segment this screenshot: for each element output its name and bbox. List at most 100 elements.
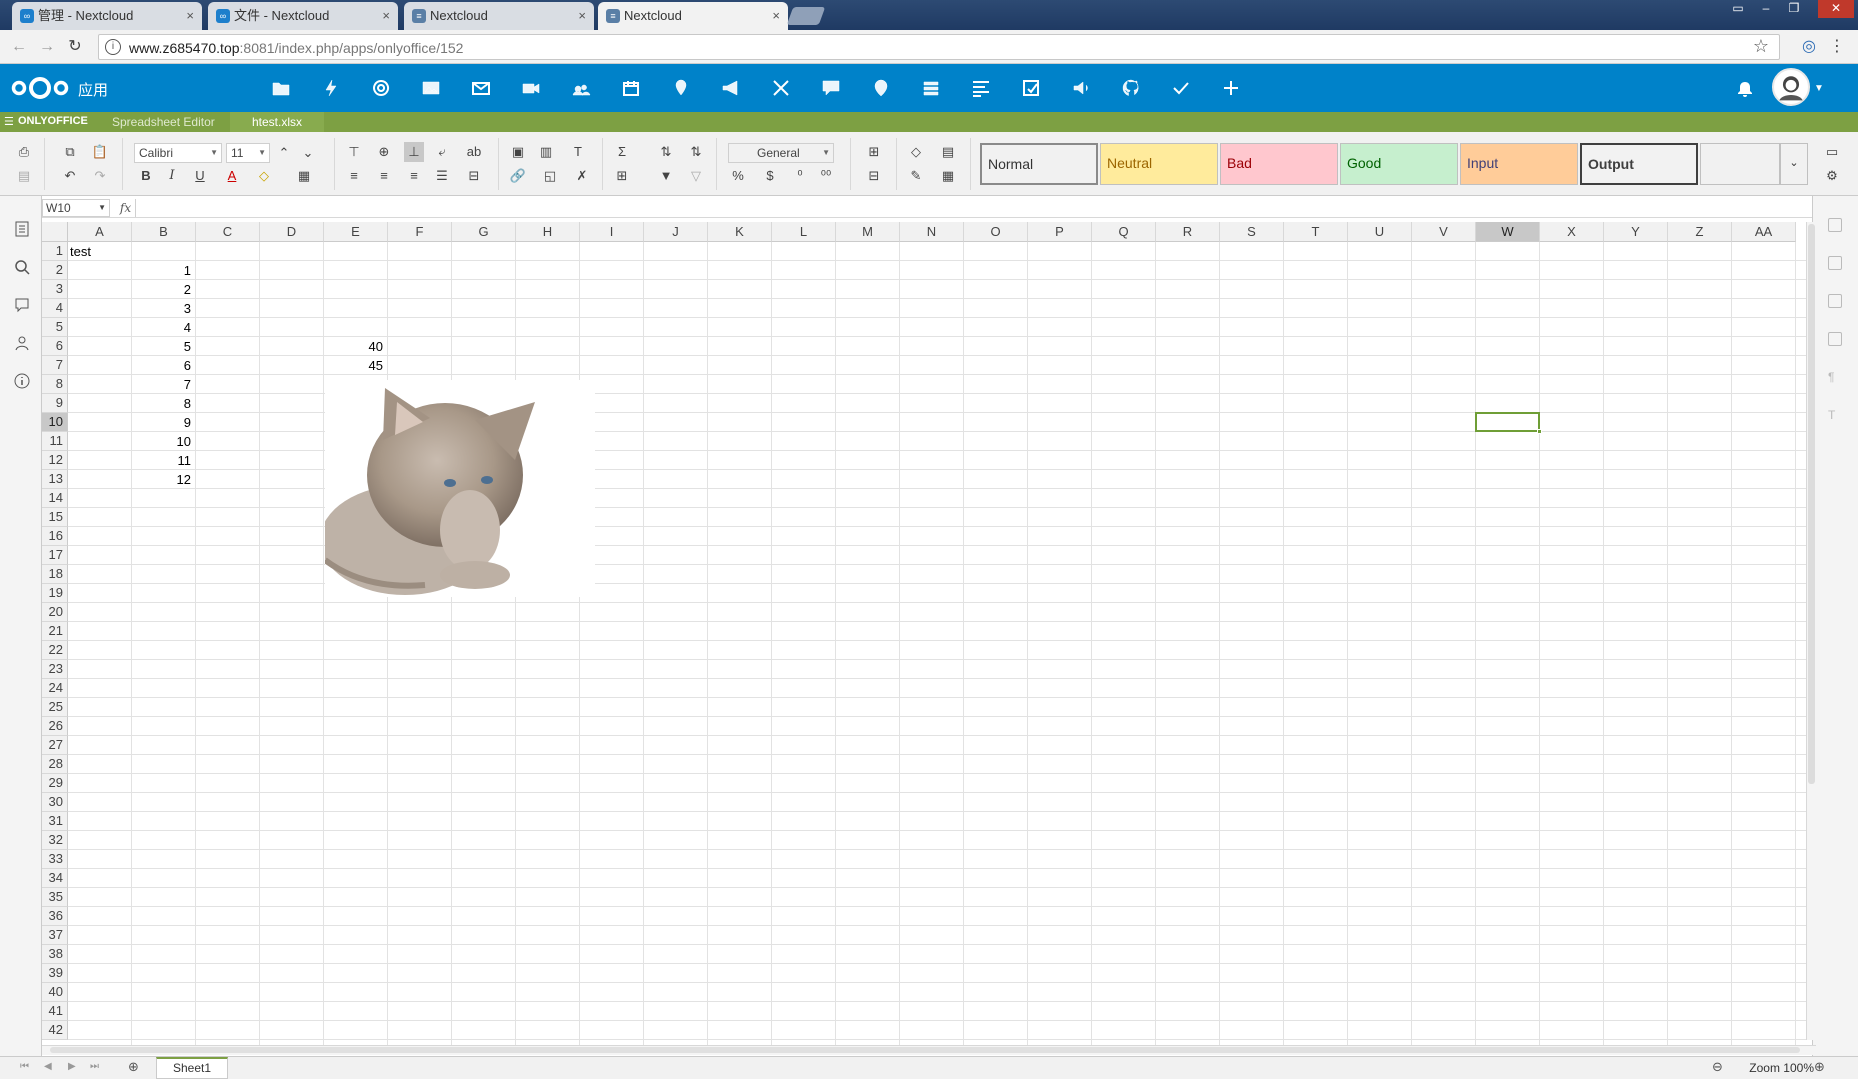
video-icon[interactable] (520, 77, 542, 99)
row-header[interactable]: 40 (42, 983, 68, 1002)
align-middle-icon[interactable]: ⊕ (374, 142, 394, 162)
tab-close-icon[interactable]: × (186, 2, 194, 29)
text-orientation-icon[interactable]: ab (464, 142, 484, 162)
column-header[interactable]: R (1156, 222, 1220, 242)
fill-color-icon[interactable]: ◇ (254, 166, 274, 186)
minimize-icon[interactable]: – (1752, 0, 1780, 18)
spreadsheet-grid[interactable]: A B C D E F G H I J K L M N O P Q R S T U V W X Y Z AA 1 2 3 4 5 6 7 8 9 10 1… (42, 222, 1806, 1045)
bold-icon[interactable]: B (136, 166, 156, 186)
tasks-icon[interactable] (970, 77, 992, 99)
column-header[interactable]: E (324, 222, 388, 242)
row-header[interactable]: 7 (42, 356, 68, 375)
vertical-scrollbar[interactable] (1806, 222, 1816, 1040)
sum-icon[interactable]: Σ (612, 142, 632, 162)
column-header[interactable]: N (900, 222, 964, 242)
number-format-select[interactable]: General ▼ (728, 143, 834, 163)
currency-icon[interactable]: $ (760, 166, 780, 186)
column-header[interactable]: S (1220, 222, 1284, 242)
folder-icon[interactable] (270, 77, 292, 99)
row-header[interactable]: 21 (42, 622, 68, 641)
deck-icon[interactable] (920, 77, 942, 99)
row-header[interactable]: 25 (42, 698, 68, 717)
cell-b2[interactable]: 1 (134, 261, 194, 280)
paste-icon[interactable]: 📋 (90, 142, 110, 162)
zoom-out-icon[interactable]: ⊖ (1712, 1059, 1723, 1075)
row-header[interactable]: 9 (42, 394, 68, 413)
column-header[interactable]: Y (1604, 222, 1668, 242)
plus-icon[interactable] (1220, 77, 1242, 99)
cell-b7[interactable]: 6 (134, 356, 194, 375)
avatar[interactable] (1772, 68, 1810, 106)
column-header[interactable]: H (516, 222, 580, 242)
notifications-icon[interactable] (1734, 78, 1756, 100)
announcements-icon[interactable] (720, 77, 742, 99)
cell-b3[interactable]: 2 (134, 280, 194, 299)
comments-icon[interactable] (13, 296, 31, 314)
redo-icon[interactable]: ↷ (90, 166, 110, 186)
chat-user-icon[interactable] (13, 334, 31, 352)
align-top-icon[interactable]: ⊤ (344, 142, 364, 162)
cell-b6[interactable]: 5 (134, 337, 194, 356)
row-header[interactable]: 22 (42, 641, 68, 660)
column-header[interactable]: L (772, 222, 836, 242)
column-header[interactable]: U (1348, 222, 1412, 242)
style-bad[interactable]: Bad (1220, 143, 1338, 185)
column-header[interactable]: B (132, 222, 196, 242)
check-icon[interactable] (1170, 77, 1192, 99)
row-header[interactable]: 10 (42, 413, 68, 432)
cell-b12[interactable]: 11 (134, 451, 194, 470)
back-icon[interactable]: ← (8, 36, 30, 58)
merge-cells-icon[interactable]: ⊟ (464, 166, 484, 186)
row-header[interactable]: 36 (42, 907, 68, 926)
formula-input[interactable] (138, 199, 1808, 217)
decrease-font-icon[interactable]: ⌄ (298, 143, 318, 163)
cell-e7[interactable]: 45 (326, 356, 386, 375)
row-header[interactable]: 6 (42, 337, 68, 356)
tab-close-icon[interactable]: × (772, 2, 780, 29)
function-icon[interactable]: fx (116, 199, 136, 217)
align-center-icon[interactable]: ≡ (374, 166, 394, 186)
style-normal[interactable]: Normal (980, 143, 1098, 185)
row-header[interactable]: 33 (42, 850, 68, 869)
styles-expand-chevron-down-icon[interactable]: ⌄ (1780, 143, 1808, 185)
activity-icon[interactable] (320, 77, 342, 99)
row-header[interactable]: 12 (42, 451, 68, 470)
calendar-icon[interactable] (620, 77, 642, 99)
browser-tab-active[interactable]: ≡ Nextcloud × (598, 2, 788, 30)
selected-cell-w10[interactable] (1475, 412, 1542, 434)
cell-a1[interactable]: test (70, 242, 130, 261)
column-header[interactable]: K (708, 222, 772, 242)
horizontal-scrollbar[interactable] (42, 1045, 1816, 1055)
last-sheet-icon[interactable]: ⏭ (90, 1061, 99, 1072)
column-header[interactable]: O (964, 222, 1028, 242)
insert-cells-icon[interactable]: ⊞ (864, 142, 884, 162)
row-header[interactable]: 23 (42, 660, 68, 679)
maps-icon[interactable] (670, 77, 692, 99)
filter-icon[interactable]: ▼ (656, 166, 676, 186)
clear-icon[interactable]: ◇ (906, 142, 926, 162)
conditional-format-icon[interactable]: ▤ (938, 142, 958, 162)
nextcloud-logo-icon[interactable] (10, 75, 70, 101)
fill-handle[interactable] (1537, 429, 1542, 434)
extension-icon[interactable]: ◎ (1798, 36, 1820, 58)
row-header[interactable]: 29 (42, 774, 68, 793)
row-header[interactable]: 18 (42, 565, 68, 584)
sheet-tab[interactable]: Sheet1 (156, 1057, 229, 1079)
audio-icon[interactable] (1070, 77, 1092, 99)
browser-menu-icon[interactable]: ⋮ (1826, 36, 1848, 58)
location-icon[interactable] (870, 77, 892, 99)
prev-sheet-icon[interactable]: ◀ (44, 1061, 52, 1072)
row-header[interactable]: 30 (42, 793, 68, 812)
column-header[interactable]: W (1476, 222, 1540, 242)
info-icon[interactable]: i (105, 39, 121, 55)
row-header[interactable]: 24 (42, 679, 68, 698)
column-header[interactable]: G (452, 222, 516, 242)
column-header[interactable]: F (388, 222, 452, 242)
photos-icon[interactable] (420, 77, 442, 99)
insert-shape-icon[interactable]: ◱ (540, 166, 560, 186)
row-header[interactable]: 19 (42, 584, 68, 603)
search-icon[interactable] (13, 258, 31, 276)
column-header[interactable]: X (1540, 222, 1604, 242)
format-table-icon[interactable]: ▦ (938, 166, 958, 186)
image-settings-icon[interactable] (1828, 294, 1842, 308)
